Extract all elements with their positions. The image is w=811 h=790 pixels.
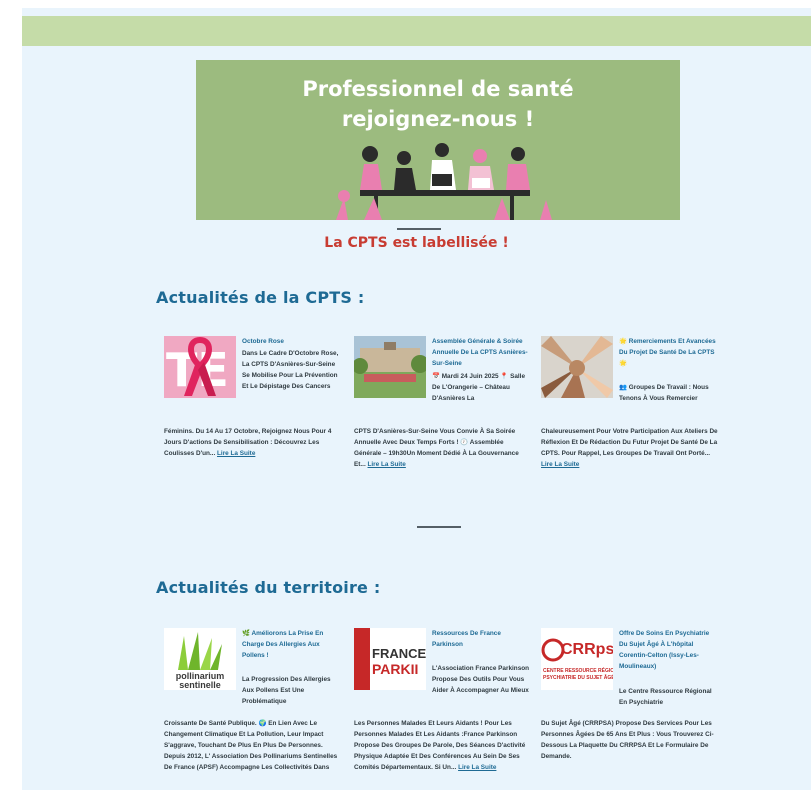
card-excerpt-top: 📅 Mardi 24 Juin 2025 📍 Salle De L'Orange…: [432, 373, 525, 402]
card-excerpt-text: Croissante De Santé Publique. 🌍 En Lien …: [164, 720, 338, 771]
card-excerpt-text: Chaleureusement Pour Votre Participation…: [541, 428, 718, 457]
divider: [417, 526, 461, 528]
card-excerpt-top: La Progression Des Allergies Aux Pollens…: [242, 676, 331, 705]
card-excerpt-top: Le Centre Ressource Régional En Psychiat…: [619, 688, 712, 706]
read-more-link[interactable]: Lire La Suite: [217, 450, 255, 457]
thumb-hands[interactable]: [541, 336, 613, 398]
banner-title-line1: Professionnel de santé: [302, 77, 574, 101]
news-card[interactable]: TE Octobre Rose Dans Le Cadre D'Octobre …: [164, 336, 342, 486]
thumb-pollinarium[interactable]: pollinarium sentinelle: [164, 628, 236, 690]
top-bar: [22, 16, 811, 46]
thumb-text-2: PARKII: [372, 661, 418, 677]
card-excerpt: Les Personnes Malades Et Leurs Aidants !…: [354, 718, 532, 773]
thumb-text-2: sentinelle: [179, 680, 221, 690]
thumb-octobre-rose[interactable]: TE: [164, 336, 236, 398]
pollinarium-logo: pollinarium sentinelle: [164, 628, 236, 690]
pink-ribbon-icon: TE: [164, 336, 236, 398]
thumb-crrpsa[interactable]: CRRps CENTRE RESSOURCE RÉGIONAL EN PSYCH…: [541, 628, 613, 690]
card-excerpt: Du Sujet Âgé (CRRPSA) Propose Des Servic…: [541, 718, 719, 762]
card-excerpt: Croissante De Santé Publique. 🌍 En Lien …: [164, 718, 342, 773]
banner-title-line2: rejoignez-nous !: [341, 107, 535, 131]
team-hands-image: [541, 336, 613, 398]
card-title[interactable]: Offre De Soins En Psychiatrie Du Sujet Â…: [619, 628, 719, 672]
read-more-link[interactable]: Lire La Suite: [458, 764, 496, 771]
card-title[interactable]: Ressources De France Parkinson: [432, 628, 532, 650]
card-excerpt: Chaleureusement Pour Votre Participation…: [541, 426, 719, 470]
thumb-france-parkinson[interactable]: FRANCE PARKII: [354, 628, 426, 690]
label-title: La CPTS est labellisée !: [324, 235, 509, 251]
thumb-text-3: PSYCHIATRIE DU SUJET ÂGÉ: [543, 673, 613, 681]
thumb-text-1: FRANCE: [372, 646, 426, 661]
section-title-cpts: Actualités de la CPTS :: [156, 288, 365, 307]
news-card[interactable]: pollinarium sentinelle 🌿 Améliorons La P…: [164, 628, 342, 778]
news-card[interactable]: CRRps CENTRE RESSOURCE RÉGIONAL EN PSYCH…: [541, 628, 719, 778]
card-excerpt-top: Dans Le Cadre D'Octobre Rose, La CPTS D'…: [242, 350, 339, 390]
news-card[interactable]: FRANCE PARKII Ressources De France Parki…: [354, 628, 532, 778]
team-illustration: [334, 143, 554, 220]
news-card[interactable]: Assemblée Générale & Soirée Annuelle De …: [354, 336, 532, 486]
card-excerpt: CPTS D'Asnières-Sur-Seine Vous Convie À …: [354, 426, 532, 470]
thumb-text-2: CENTRE RESSOURCE RÉGIONAL EN: [543, 666, 613, 674]
card-excerpt-text: Du Sujet Âgé (CRRPSA) Propose Des Servic…: [541, 720, 714, 760]
read-more-link[interactable]: Lire La Suite: [368, 461, 406, 468]
card-excerpt-text: Les Personnes Malades Et Leurs Aidants !…: [354, 720, 526, 771]
card-title[interactable]: Assemblée Générale & Soirée Annuelle De …: [432, 336, 532, 369]
crrpsa-logo: CRRps CENTRE RESSOURCE RÉGIONAL EN PSYCH…: [541, 628, 613, 690]
thumb-text-1: CRRps: [561, 641, 613, 658]
card-title[interactable]: 🌿 Améliorons La Prise En Charge Des Alle…: [242, 628, 342, 661]
divider: [397, 228, 441, 230]
page: Professionnel de santé rejoignez-nous !: [22, 8, 811, 790]
thumb-chateau[interactable]: [354, 336, 426, 398]
card-title[interactable]: 🌟 Remerciements Et Avancées Du Projet De…: [619, 336, 719, 369]
news-card[interactable]: 🌟 Remerciements Et Avancées Du Projet De…: [541, 336, 719, 486]
join-banner[interactable]: Professionnel de santé rejoignez-nous !: [196, 60, 680, 220]
card-title[interactable]: Octobre Rose: [242, 336, 342, 347]
card-excerpt-top: L'Association France Parkinson Propose D…: [432, 665, 530, 694]
card-excerpt: Féminins. Du 14 Au 17 Octobre, Rejoignez…: [164, 426, 342, 459]
banner-title: Professionnel de santé rejoignez-nous !: [196, 74, 680, 134]
read-more-link[interactable]: Lire La Suite: [541, 461, 579, 468]
section-title-territoire: Actualités du territoire :: [156, 578, 381, 597]
card-excerpt-top: 👥 Groupes De Travail : Nous Tenons À Vou…: [619, 384, 709, 402]
chateau-image: [354, 336, 426, 398]
france-parkinson-logo: FRANCE PARKII: [354, 628, 426, 690]
